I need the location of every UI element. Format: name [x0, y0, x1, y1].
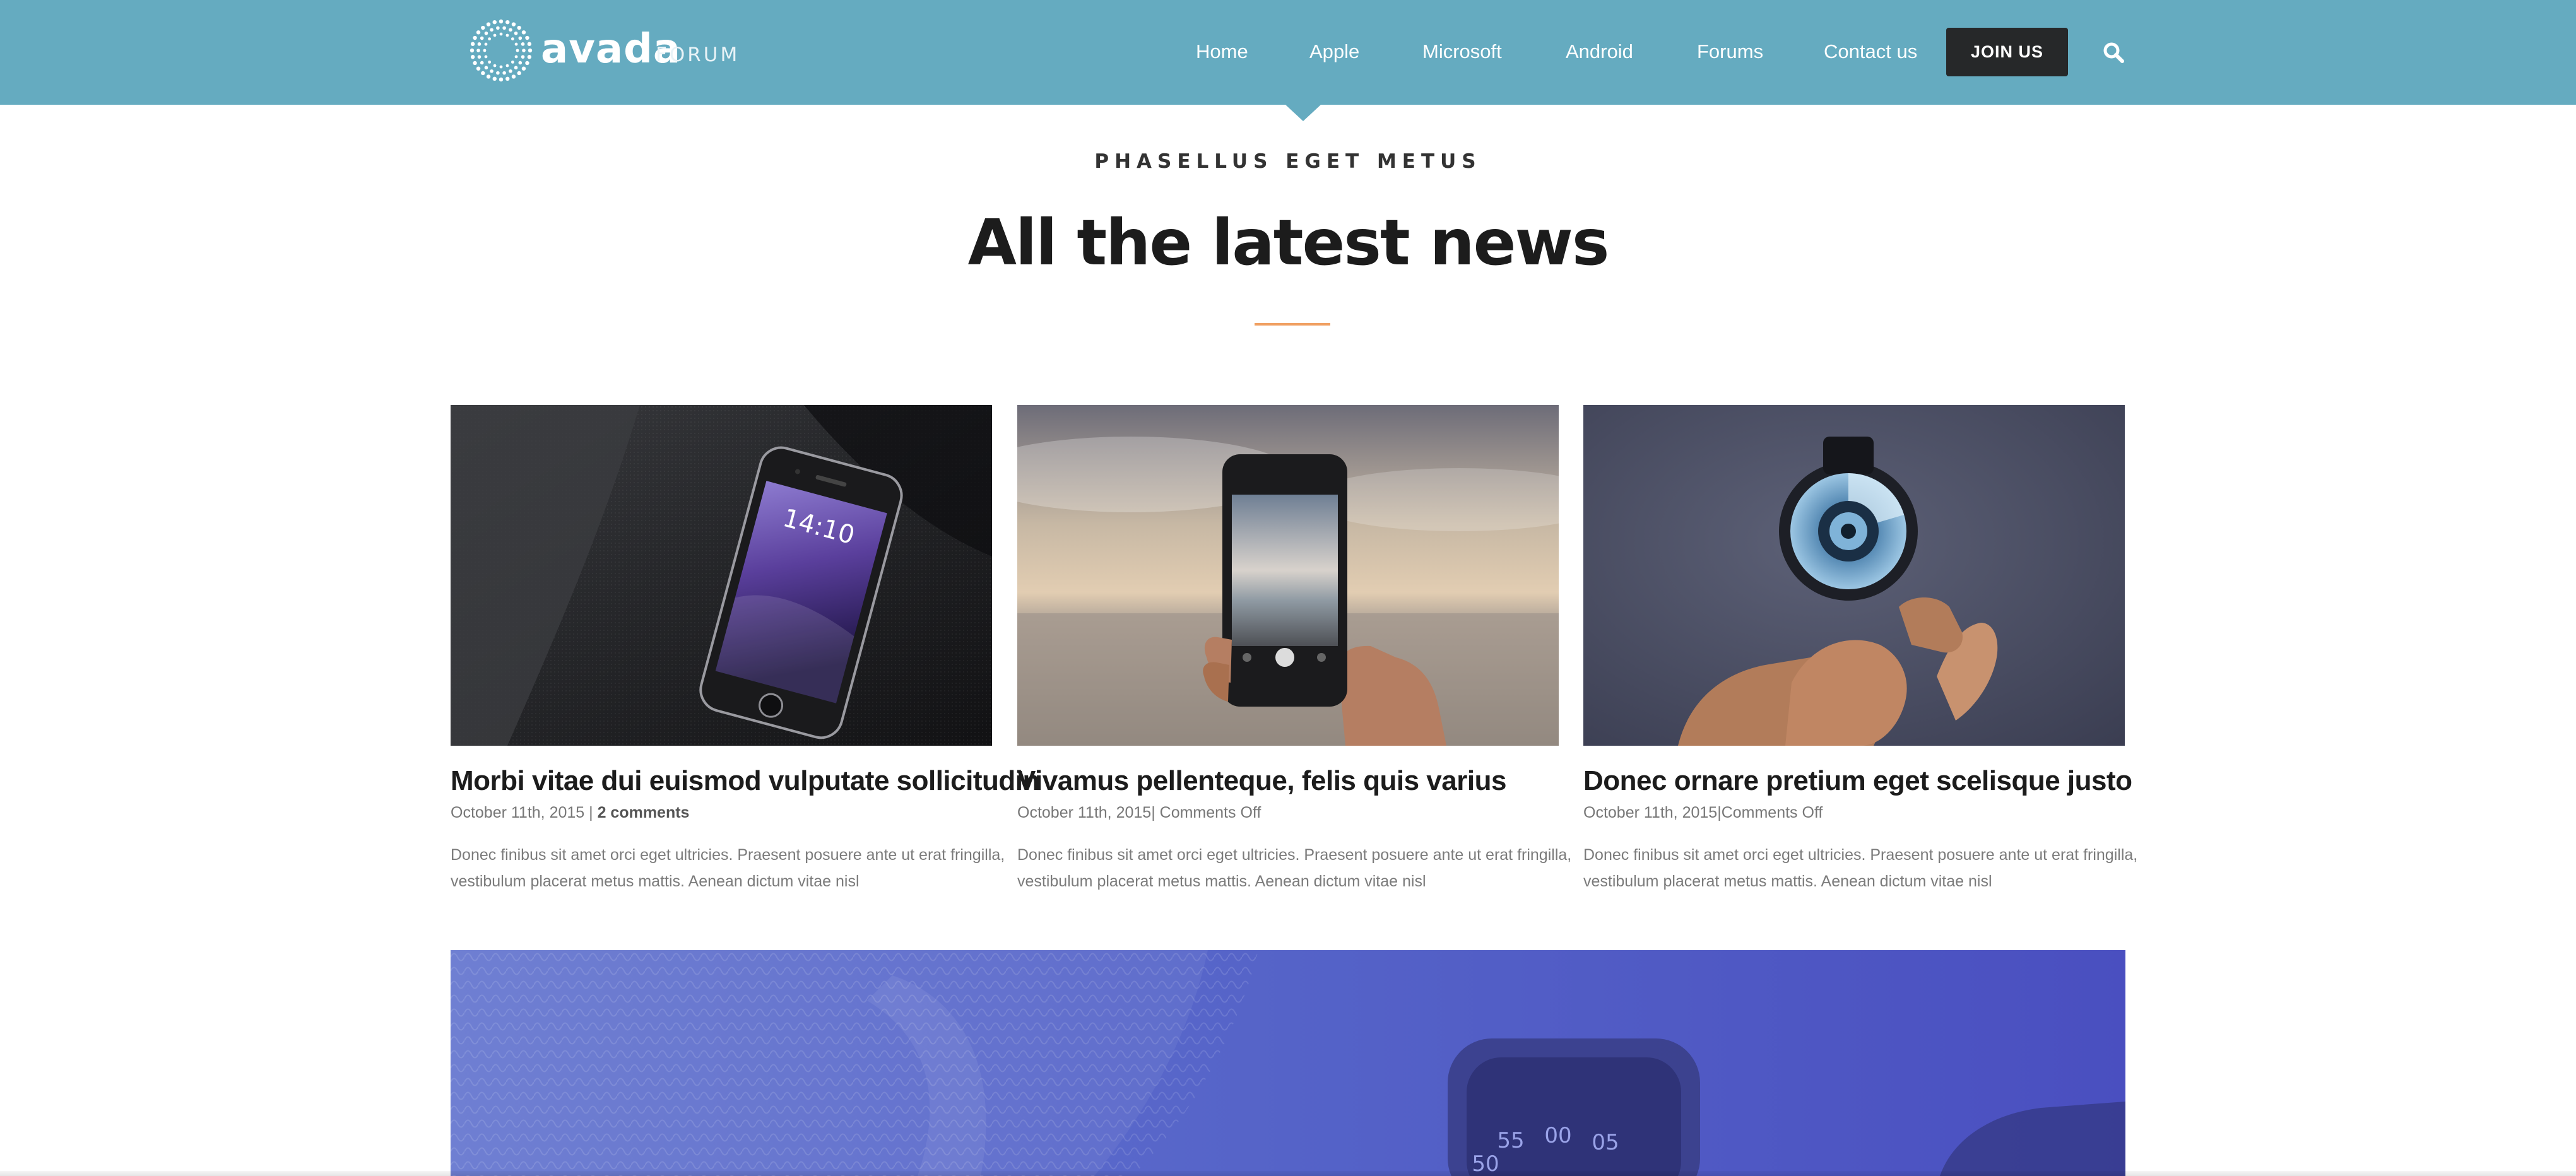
post-date: October 11th, 2015: [1583, 804, 1718, 821]
post-date: October 11th, 2015: [451, 804, 585, 821]
comments-link[interactable]: Comments Off: [1722, 804, 1823, 821]
post-image-hand-holding-watch[interactable]: [1583, 405, 2125, 746]
dial-label: 05: [1592, 1130, 1619, 1155]
post-excerpt-3: Donec finibus sit amet orci eget ultrici…: [1583, 846, 2138, 890]
page-edge-shadow: [0, 1171, 2576, 1176]
section-eyebrow: PHASELLUS EGET METUS: [1094, 150, 1482, 173]
featured-banner-smartwatch[interactable]: 00 55 05 50: [451, 950, 2125, 1176]
post-title-link[interactable]: Morbi vitae dui euismod vulputate sollic…: [451, 763, 1039, 799]
site-header: avada FORUM Home Apple Microsoft Android…: [0, 0, 2576, 105]
nav-contact-us[interactable]: Contact us: [1824, 39, 1917, 64]
nav-microsoft[interactable]: Microsoft: [1422, 39, 1502, 64]
logo-subtitle: FORUM: [656, 44, 740, 66]
nav-forums[interactable]: Forums: [1697, 39, 1763, 64]
page-title: All the latest news: [967, 206, 1610, 279]
sunburst-logo-icon: [470, 19, 533, 82]
post-meta-1: October 11th, 2015 | 2 comments: [451, 804, 689, 822]
post-meta-3: October 11th, 2015|Comments Off: [1583, 804, 1823, 822]
comments-link[interactable]: 2 comments: [598, 804, 690, 821]
post-date: October 11th, 2015: [1017, 804, 1152, 821]
post-title-link[interactable]: Vivamus pellenteque, felis quis varius: [1017, 763, 1585, 799]
join-us-button[interactable]: JOIN US: [1946, 28, 2068, 76]
comments-link[interactable]: Comments Off: [1160, 804, 1261, 821]
title-divider: [1255, 323, 1330, 326]
post-excerpt-1: Donec finibus sit amet orci eget ultrici…: [451, 846, 1005, 890]
post-excerpt-2: Donec finibus sit amet orci eget ultrici…: [1017, 846, 1572, 890]
search-icon[interactable]: [2101, 40, 2127, 66]
post-image-phone-photographing-sea[interactable]: [1017, 405, 1559, 746]
active-nav-indicator: [1285, 105, 1321, 121]
meta-separator: |: [584, 804, 598, 821]
nav-apple[interactable]: Apple: [1309, 39, 1359, 64]
dial-label: 00: [1544, 1123, 1571, 1148]
meta-separator: |: [1151, 804, 1160, 821]
nav-home[interactable]: Home: [1196, 39, 1248, 64]
post-image-phone-on-fabric[interactable]: 14:10: [451, 405, 992, 746]
nav-android[interactable]: Android: [1566, 39, 1633, 64]
post-meta-2: October 11th, 2015| Comments Off: [1017, 804, 1261, 822]
post-title-link[interactable]: Donec ornare pretium eget scelisque just…: [1583, 763, 2151, 799]
dial-label: 55: [1497, 1128, 1524, 1153]
